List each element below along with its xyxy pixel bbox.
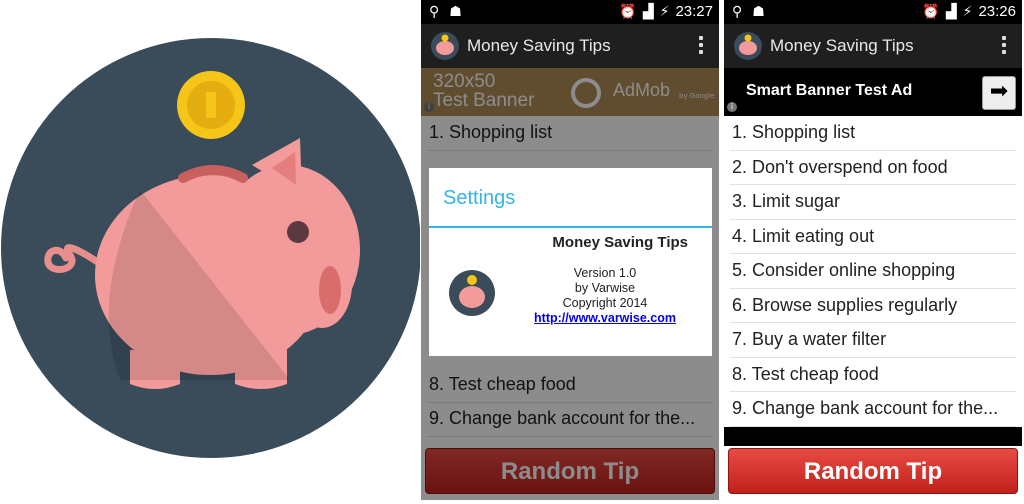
app-icon[interactable]	[734, 32, 762, 60]
app-logo-large	[0, 0, 421, 500]
battery-icon: ⚡	[659, 3, 670, 20]
phone-screenshot-list: ⚲ ☗ ⏰ ▟ ⚡ 23:26 Money Saving Tips Smart …	[724, 0, 1022, 500]
signal-icon: ▟	[642, 3, 654, 20]
list-item[interactable]: 1. Shopping list	[730, 116, 1016, 151]
alarm-icon: ⏰	[922, 3, 940, 20]
ad-text: Smart Banner Test Ad	[746, 82, 913, 99]
usb-icon: ⚲	[429, 4, 440, 20]
overflow-menu-icon[interactable]	[1002, 36, 1006, 57]
overflow-menu-icon[interactable]	[699, 36, 703, 57]
piggy-bank-icon	[1, 38, 421, 458]
signal-icon: ▟	[945, 3, 957, 20]
dialog-version: Version 1.0	[573, 266, 637, 280]
status-time: 23:27	[675, 3, 713, 20]
dialog-app-name: Money Saving Tips	[552, 234, 688, 251]
smart-banner-ad[interactable]: Smart Banner Test Ad ➡ i	[724, 68, 1022, 116]
list-item[interactable]: 6. Browse supplies regularly	[730, 289, 1016, 323]
button-area: Random Tip	[724, 446, 1022, 500]
usb-icon: ⚲	[732, 4, 743, 20]
battery-icon: ⚡	[962, 3, 973, 20]
android-debug-icon: ☗	[752, 4, 765, 20]
dialog-copyright: Copyright 2014	[562, 296, 648, 310]
list-item[interactable]: 3. Limit sugar	[730, 185, 1016, 220]
dialog-title: Settings	[429, 168, 712, 228]
action-bar: Money Saving Tips	[724, 24, 1022, 68]
list-item[interactable]: 7. Buy a water filter	[730, 323, 1016, 358]
alarm-icon: ⏰	[619, 3, 637, 20]
action-bar: Money Saving Tips	[421, 24, 719, 68]
list-item[interactable]: 8. Test cheap food	[730, 358, 1016, 392]
random-tip-button[interactable]: Random Tip	[728, 448, 1018, 494]
list-item[interactable]: 2. Don't overspend on food	[730, 151, 1016, 185]
app-icon[interactable]	[431, 32, 459, 60]
dialog-author: by Varwise	[574, 281, 636, 295]
dialog-link[interactable]: http://www.varwise.com	[525, 311, 685, 326]
settings-dialog: Settings Money Saving Tips Version 1.0 b…	[429, 168, 712, 356]
arrow-right-icon[interactable]: ➡	[982, 76, 1016, 110]
list-item[interactable]: 9. Change bank account for the...	[730, 392, 1016, 427]
phone-screenshot-dialog: ⚲ ☗ ⏰ ▟ ⚡ 23:27 Money Saving Tips 320x50…	[421, 0, 719, 500]
list-item[interactable]: 4. Limit eating out	[730, 220, 1016, 254]
status-bar: ⚲ ☗ ⏰ ▟ ⚡ 23:27	[421, 0, 719, 24]
app-title: Money Saving Tips	[770, 36, 914, 55]
tips-list: 1. Shopping list 2. Don't overspend on f…	[724, 116, 1022, 427]
ad-info-icon[interactable]: i	[727, 102, 737, 112]
piggy-bank-icon	[449, 270, 495, 316]
status-time: 23:26	[978, 3, 1016, 20]
status-bar: ⚲ ☗ ⏰ ▟ ⚡ 23:26	[724, 0, 1022, 24]
list-item[interactable]: 5. Consider online shopping	[730, 254, 1016, 289]
android-debug-icon: ☗	[449, 4, 462, 20]
app-title: Money Saving Tips	[467, 36, 611, 55]
